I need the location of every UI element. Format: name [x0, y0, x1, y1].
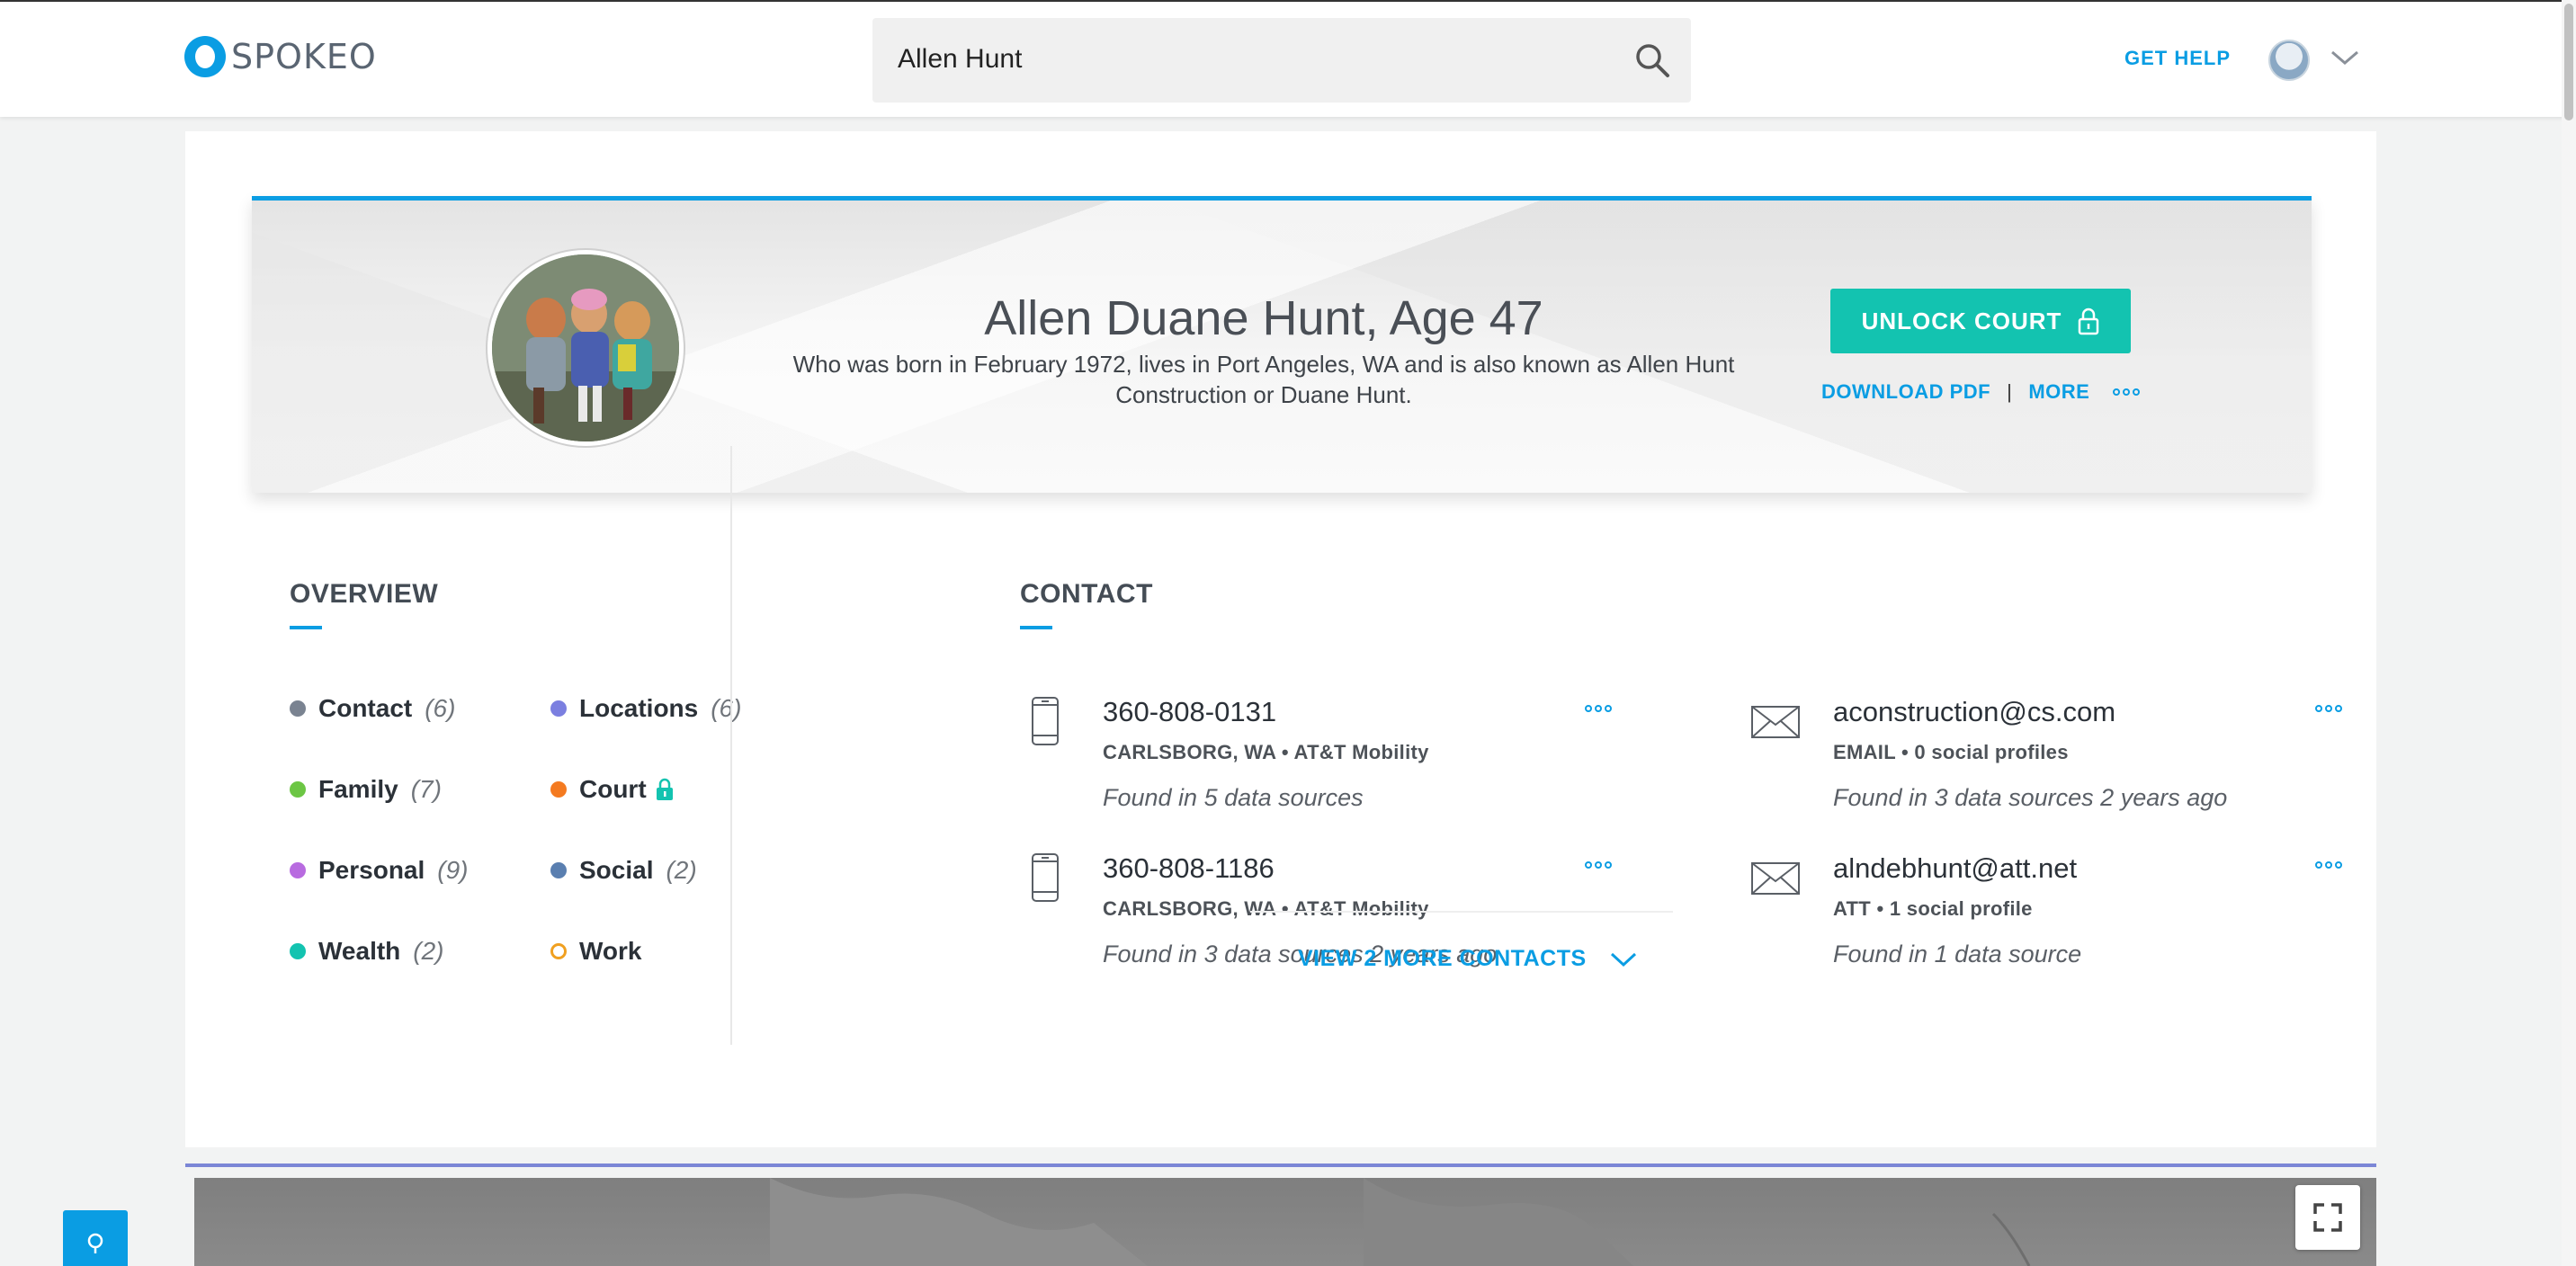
phone-icon	[1032, 697, 1059, 745]
view-more-divider	[1250, 911, 1673, 913]
overview-count: (6)	[425, 694, 456, 722]
scrollbar-thumb[interactable]	[2564, 4, 2573, 120]
email-info: ATT • 1 social profile	[1833, 897, 2033, 920]
family-dot-icon	[290, 781, 306, 798]
section-divider	[730, 446, 732, 1045]
location-map[interactable]	[194, 1178, 2376, 1266]
chevron-down-icon	[1610, 952, 1636, 967]
spokeo-logo-icon	[184, 36, 226, 77]
profile-name-age: Allen Duane Hunt, Age 47	[984, 291, 1543, 345]
profile-photo-image	[492, 254, 679, 441]
phone-carrier: CARLSBORG, WA • AT&T Mobility	[1103, 741, 1429, 763]
overview-label: Wealth	[318, 937, 401, 965]
wealth-dot-icon	[290, 943, 306, 959]
contact-dot-icon	[290, 700, 306, 717]
lock-icon	[2079, 308, 2099, 335]
lightbulb-icon	[87, 1233, 103, 1253]
envelope-icon	[1751, 706, 1800, 738]
email-info: EMAIL • 0 social profiles	[1833, 741, 2069, 763]
overview-label: Personal	[318, 856, 425, 884]
overview-item-contact[interactable]: Contact (6)	[290, 694, 455, 723]
overview-title: OVERVIEW	[290, 579, 439, 629]
search-icon[interactable]	[1633, 41, 1671, 79]
view-more-label: VIEW 2 MORE CONTACTS	[1298, 946, 1587, 971]
download-pdf-link[interactable]: DOWNLOAD PDF	[1821, 380, 1990, 404]
overview-count: (9)	[437, 856, 469, 884]
email-sources: Found in 3 data sources 2 years ago	[1833, 784, 2228, 811]
profile-actions: DOWNLOAD PDF | MORE	[1821, 380, 2141, 404]
map-top-border	[185, 1163, 2376, 1167]
top-navigation-bar: SPOKEO GET HELP	[0, 0, 2576, 117]
overview-item-family[interactable]: Family (7)	[290, 775, 442, 804]
contact-title: CONTACT	[1020, 579, 1153, 629]
overview-count: (7)	[410, 775, 442, 803]
profile-description: Who was born in February 1972, lives in …	[792, 351, 1735, 408]
phone-entry: 360-808-1186 CARLSBORG, WA • AT&T Mobili…	[1020, 852, 1650, 996]
profile-photo	[487, 250, 684, 446]
email-more-dots-icon[interactable]	[2315, 861, 2342, 869]
overview-item-court[interactable]: Court	[550, 775, 674, 804]
overview-count: (2)	[413, 937, 444, 965]
overview-label: Court	[579, 775, 647, 803]
more-dots-icon[interactable]	[2113, 388, 2141, 396]
phone-entry: 360-808-0131 CARLSBORG, WA • AT&T Mobili…	[1020, 696, 1650, 840]
phone-more-dots-icon[interactable]	[1585, 861, 1612, 869]
map-terrain	[770, 1178, 2031, 1266]
email-address[interactable]: alndebhunt@att.net	[1833, 852, 2077, 885]
overview-label: Locations	[579, 694, 699, 722]
spokeo-logo[interactable]: SPOKEO	[184, 36, 377, 77]
fullscreen-icon	[2313, 1203, 2342, 1232]
overview-label: Work	[579, 937, 642, 965]
overview-label: Family	[318, 775, 398, 803]
search-input[interactable]	[898, 36, 1599, 83]
search-bar	[872, 18, 1691, 103]
overview-label: Contact	[318, 694, 413, 722]
phone-more-dots-icon[interactable]	[1585, 705, 1612, 712]
envelope-icon	[1751, 862, 1800, 895]
overview-label: Social	[579, 856, 654, 884]
work-dot-icon	[550, 943, 567, 959]
phone-number[interactable]: 360-808-1186	[1103, 852, 1275, 885]
overview-item-locations[interactable]: Locations (6)	[550, 694, 741, 723]
personal-dot-icon	[290, 862, 306, 878]
locations-dot-icon	[550, 700, 567, 717]
unlock-court-label: UNLOCK COURT	[1861, 307, 2062, 334]
tips-button[interactable]	[63, 1210, 128, 1266]
overview-item-personal[interactable]: Personal (9)	[290, 856, 469, 885]
email-sources: Found in 1 data source	[1833, 941, 2082, 967]
email-more-dots-icon[interactable]	[2315, 705, 2342, 712]
logo-text: SPOKEO	[231, 37, 377, 76]
phone-sources: Found in 5 data sources	[1103, 784, 1364, 811]
email-address[interactable]: aconstruction@cs.com	[1833, 696, 2115, 728]
email-entry: alndebhunt@att.net ATT • 1 social profil…	[1750, 852, 2380, 996]
chevron-down-icon[interactable]	[2330, 47, 2360, 68]
overview-count: (6)	[711, 694, 742, 722]
phone-carrier: CARLSBORG, WA • AT&T Mobility	[1103, 897, 1429, 920]
unlock-court-button[interactable]: UNLOCK COURT	[1830, 289, 2131, 353]
view-more-contacts-button[interactable]: VIEW 2 MORE CONTACTS	[1298, 946, 1637, 972]
overview-item-work[interactable]: Work	[550, 937, 642, 966]
get-help-link[interactable]: GET HELP	[2124, 47, 2231, 70]
court-lock-icon	[656, 778, 673, 800]
overview-item-social[interactable]: Social (2)	[550, 856, 697, 885]
phone-number[interactable]: 360-808-0131	[1103, 696, 1276, 728]
phone-icon	[1032, 853, 1059, 902]
email-entry: aconstruction@cs.com EMAIL • 0 social pr…	[1750, 696, 2380, 840]
fullscreen-button[interactable]	[2295, 1185, 2360, 1250]
user-avatar[interactable]	[2268, 40, 2310, 81]
overview-count: (2)	[666, 856, 697, 884]
overview-item-wealth[interactable]: Wealth (2)	[290, 937, 444, 966]
more-link[interactable]: MORE	[2028, 380, 2089, 404]
action-separator: |	[2007, 380, 2013, 403]
profile-hero: Allen Duane Hunt, Age 47 Who was born in…	[252, 196, 2312, 493]
page-scrollbar[interactable]	[2562, 0, 2576, 1266]
court-dot-icon	[550, 781, 567, 798]
social-dot-icon	[550, 862, 567, 878]
